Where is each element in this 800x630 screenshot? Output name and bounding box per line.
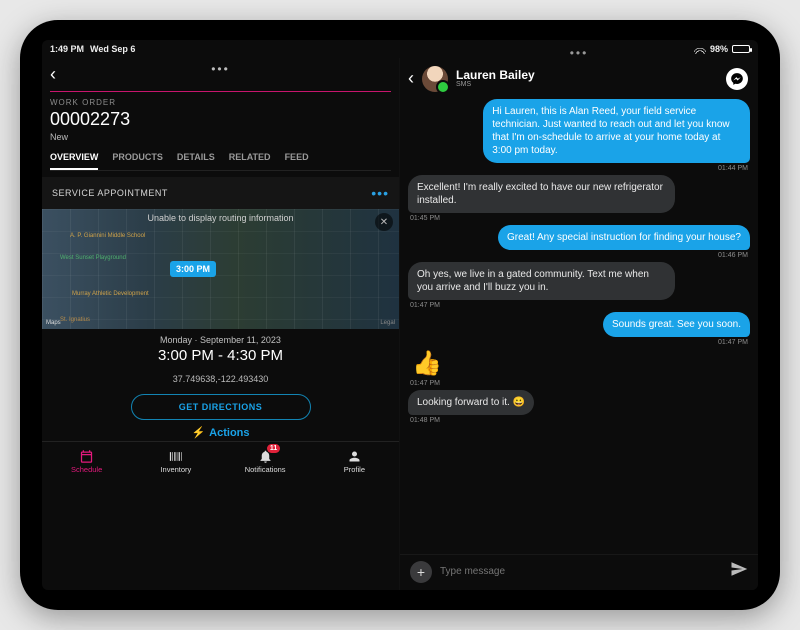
message-timestamp: 01:47 PM xyxy=(408,302,442,309)
wo-tabs: OVERVIEW PRODUCTS DETAILS RELATED FEED xyxy=(50,152,391,171)
screen: 1:49 PM Wed Sep 6 98% ••• ‹ WORK ORDER 0… xyxy=(42,40,758,590)
tab-details[interactable]: DETAILS xyxy=(177,152,215,170)
chat-header: ••• ‹ Lauren Bailey SMS xyxy=(400,58,758,99)
reaction-emoji: 👍 xyxy=(408,349,442,378)
nav-label: Schedule xyxy=(71,465,102,474)
message-row: Excellent! I'm really excited to have ou… xyxy=(408,175,750,222)
left-more-icon[interactable]: ••• xyxy=(211,62,230,76)
nav-label: Notifications xyxy=(245,465,286,474)
message-row: Hi Lauren, this is Alan Reed, your field… xyxy=(408,99,750,172)
chat-pane: ••• ‹ Lauren Bailey SMS Hi Lauren, this … xyxy=(400,58,758,590)
message-timestamp: 01:46 PM xyxy=(716,252,750,259)
avatar[interactable] xyxy=(422,66,448,92)
message-timestamp: 01:45 PM xyxy=(408,215,442,222)
service-appointment-title: SERVICE APPOINTMENT xyxy=(52,188,168,198)
map-legal-link[interactable]: Legal xyxy=(380,320,395,326)
composer: + xyxy=(400,554,758,590)
map-time-pin: 3:00 PM xyxy=(170,261,216,277)
status-bar: 1:49 PM Wed Sep 6 98% xyxy=(42,40,758,58)
message-bubble[interactable]: Hi Lauren, this is Alan Reed, your field… xyxy=(483,99,750,163)
map-poi: St. Ignatius xyxy=(60,317,90,323)
message-row: Sounds great. See you soon. 01:47 PM xyxy=(408,312,750,346)
contact-name: Lauren Bailey xyxy=(456,69,535,81)
tab-related[interactable]: RELATED xyxy=(229,152,271,170)
message-row: Oh yes, we live in a gated community. Te… xyxy=(408,262,750,309)
wifi-icon xyxy=(694,45,706,54)
map-provider-badge: Maps xyxy=(46,320,61,326)
appointment-time-range: 3:00 PM - 4:30 PM xyxy=(50,347,391,364)
map-poi: Murray Athletic Development xyxy=(72,291,149,297)
work-order-label: WORK ORDER xyxy=(50,98,391,107)
message-input[interactable] xyxy=(440,566,722,577)
actions-button[interactable]: ⚡ Actions xyxy=(50,426,391,439)
message-bubble[interactable]: Oh yes, we live in a gated community. Te… xyxy=(408,262,675,300)
message-timestamp: 01:47 PM xyxy=(716,339,750,346)
message-bubble[interactable]: Sounds great. See you soon. xyxy=(603,312,750,337)
appointment-date: Monday · September 11, 2023 xyxy=(50,335,391,345)
work-order-status: New xyxy=(50,132,391,142)
service-appointment-header: SERVICE APPOINTMENT ••• xyxy=(42,177,399,209)
attach-button[interactable]: + xyxy=(410,561,432,583)
map[interactable]: Unable to display routing information ✕ … xyxy=(42,209,399,329)
nav-label: Inventory xyxy=(160,465,191,474)
message-bubble[interactable]: Great! Any special instruction for findi… xyxy=(498,225,750,250)
message-row: Looking forward to it. 😀 01:48 PM xyxy=(408,390,750,424)
actions-label: Actions xyxy=(209,427,249,439)
map-poi: A. P. Giannini Middle School xyxy=(70,233,145,239)
nav-schedule[interactable]: Schedule xyxy=(42,442,131,481)
bolt-icon: ⚡ xyxy=(191,427,205,439)
person-icon xyxy=(347,449,362,464)
tab-products[interactable]: PRODUCTS xyxy=(112,152,163,170)
send-icon xyxy=(730,560,748,578)
message-timestamp: 01:47 PM xyxy=(408,380,442,387)
map-close-button[interactable]: ✕ xyxy=(375,213,393,231)
nav-label: Profile xyxy=(344,465,365,474)
barcode-icon xyxy=(168,449,183,464)
status-time: 1:49 PM xyxy=(50,44,84,54)
appointment-coords: 37.749638,-122.493430 xyxy=(50,374,391,384)
tab-overview[interactable]: OVERVIEW xyxy=(50,152,98,170)
tab-feed[interactable]: FEED xyxy=(285,152,309,170)
message-bubble[interactable]: Excellent! I'm really excited to have ou… xyxy=(408,175,675,213)
appointment-details: Monday · September 11, 2023 3:00 PM - 4:… xyxy=(42,329,399,441)
back-button[interactable]: ‹ xyxy=(50,60,56,89)
notification-badge: 11 xyxy=(267,444,280,453)
messenger-icon[interactable] xyxy=(726,68,748,90)
nav-notifications[interactable]: 11 Notifications xyxy=(221,442,310,481)
message-row: 👍 01:47 PM xyxy=(408,349,750,387)
message-timestamp: 01:48 PM xyxy=(408,417,442,424)
map-poi: West Sunset Playground xyxy=(60,255,126,261)
chat-back-button[interactable]: ‹ xyxy=(408,64,414,93)
status-date: Wed Sep 6 xyxy=(90,44,135,54)
nav-inventory[interactable]: Inventory xyxy=(131,442,220,481)
appointment-more-icon[interactable]: ••• xyxy=(371,185,389,201)
ipad-frame: 1:49 PM Wed Sep 6 98% ••• ‹ WORK ORDER 0… xyxy=(20,20,780,610)
work-order-number: 00002273 xyxy=(50,109,391,130)
message-bubble[interactable]: Looking forward to it. 😀 xyxy=(408,390,534,415)
map-error-text: Unable to display routing information xyxy=(42,213,399,223)
calendar-icon xyxy=(79,449,94,464)
send-button[interactable] xyxy=(730,560,748,583)
battery-icon xyxy=(732,45,750,53)
nav-profile[interactable]: Profile xyxy=(310,442,399,481)
accent-divider xyxy=(50,91,391,92)
work-order-pane: ••• ‹ WORK ORDER 00002273 New OVERVIEW P… xyxy=(42,58,400,590)
chat-messages[interactable]: Hi Lauren, this is Alan Reed, your field… xyxy=(400,99,758,554)
right-more-icon[interactable]: ••• xyxy=(570,46,589,60)
message-row: Great! Any special instruction for findi… xyxy=(408,225,750,259)
message-timestamp: 01:44 PM xyxy=(716,165,750,172)
get-directions-button[interactable]: GET DIRECTIONS xyxy=(131,394,311,420)
battery-percent: 98% xyxy=(710,44,728,54)
bottom-nav: Schedule Inventory 11 Notifications Prof… xyxy=(42,441,399,481)
contact-channel: SMS xyxy=(456,81,535,88)
